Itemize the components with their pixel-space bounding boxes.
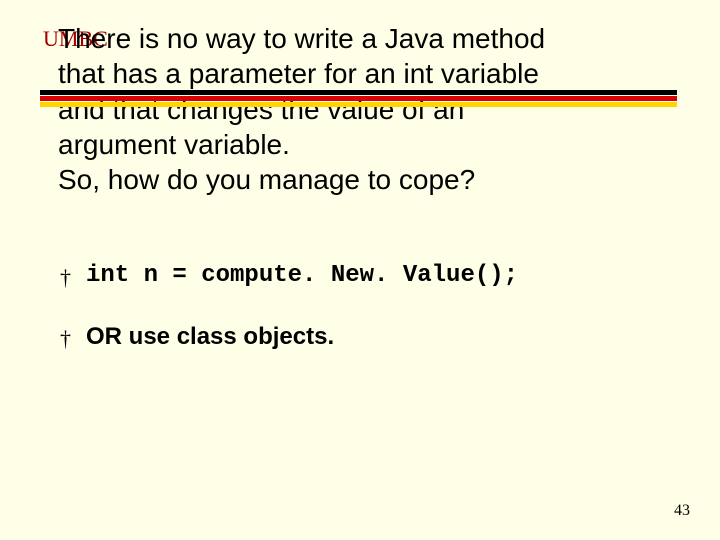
- separator-line-black: [40, 90, 677, 95]
- slide-title: There is no way to write a Java method t…: [58, 21, 678, 197]
- separator-bar: [40, 90, 677, 108]
- title-line-5: So, how do you manage to cope?: [58, 164, 475, 195]
- page-number: 43: [674, 502, 690, 520]
- dagger-icon: †: [60, 262, 86, 293]
- dagger-icon: †: [60, 323, 86, 354]
- bullet-text-code: int n = compute. New. Value();: [86, 262, 518, 289]
- separator-line-red: [40, 96, 677, 101]
- slide: UMBC There is no way to write a Java met…: [0, 0, 720, 540]
- separator-line-yellow: [40, 102, 677, 107]
- title-line-4: argument variable.: [58, 129, 290, 160]
- bullet-text: OR use class objects.: [86, 323, 334, 351]
- title-line-2: that has a parameter for an int variable: [58, 58, 539, 89]
- bullet-list: † int n = compute. New. Value(); † OR us…: [60, 262, 670, 383]
- list-item: † int n = compute. New. Value();: [60, 262, 670, 293]
- list-item: † OR use class objects.: [60, 323, 670, 354]
- title-line-1: There is no way to write a Java method: [58, 23, 545, 54]
